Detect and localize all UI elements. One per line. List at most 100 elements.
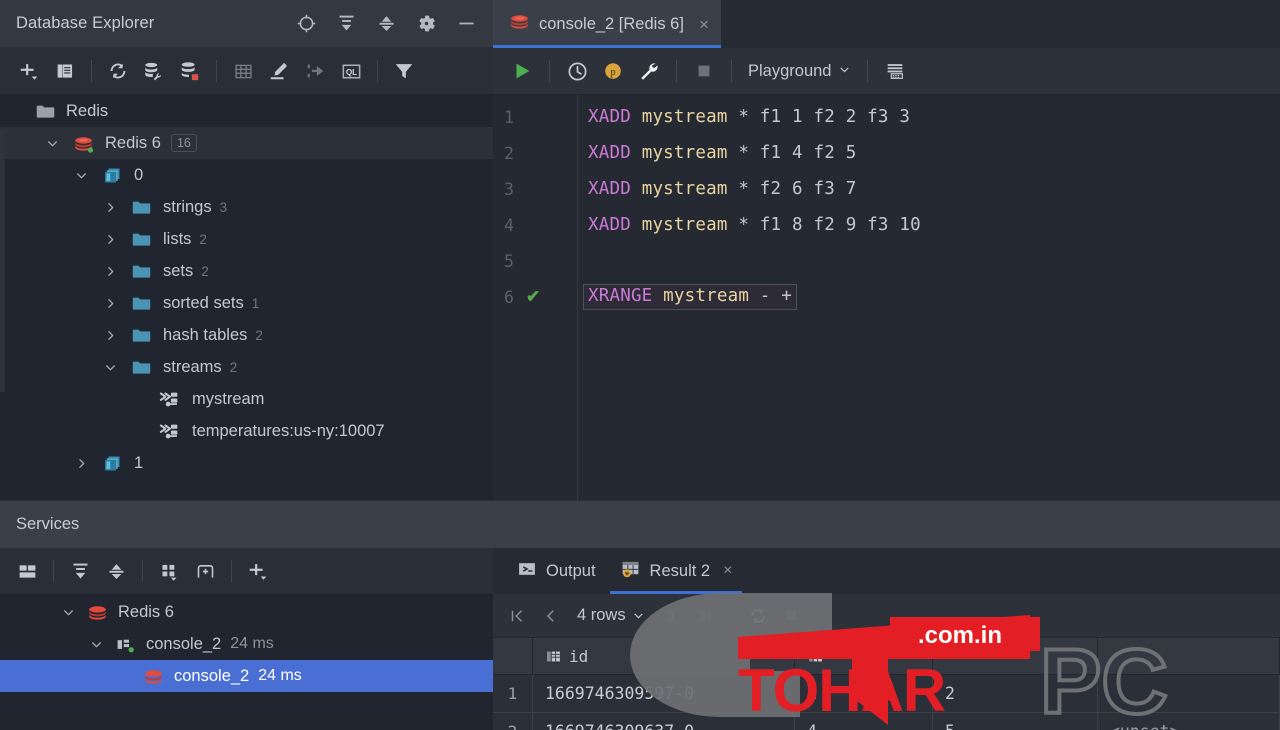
add-tab-icon[interactable] [188, 554, 222, 588]
tree-item-mystream[interactable]: mystream [0, 383, 493, 415]
table-cell[interactable] [1098, 675, 1280, 712]
tab-console-2[interactable]: console_2 [Redis 6] × [493, 0, 721, 48]
tree-item-redis-6[interactable]: Redis 6 16 [0, 127, 493, 159]
tree-item-sorted-sets[interactable]: sorted sets 1 [0, 287, 493, 319]
minimize-icon[interactable] [449, 7, 483, 41]
code-line[interactable] [578, 243, 1280, 279]
database-tree[interactable]: Redis Redis 6 16 0 strings 3 lists 2 sets 2 sorted… [0, 95, 493, 500]
tree-item-temperatures-us-ny-10007[interactable]: temperatures:us-ny:10007 [0, 415, 493, 447]
code-token: XADD [588, 215, 631, 235]
chevron-down-icon[interactable] [86, 638, 106, 651]
code-line[interactable]: XADD mystream * f2 6 f3 7 [578, 171, 1280, 207]
collapse-all-icon[interactable] [99, 554, 133, 588]
gear-icon[interactable] [409, 7, 443, 41]
row-number: 1 [493, 675, 533, 712]
stop-icon[interactable] [776, 600, 808, 632]
tab-output[interactable]: Output [507, 548, 606, 594]
code-line[interactable]: XADD mystream * f1 4 f2 5 [578, 135, 1280, 171]
chevron-right-icon[interactable] [100, 329, 120, 342]
tree-item-strings[interactable]: strings 3 [0, 191, 493, 223]
table-cell[interactable]: 2 [933, 675, 1098, 712]
code-editor[interactable]: 1 2 3 4 5 6 ✔ XADD mystream * f1 1 f2 2 f3 3 XA… [493, 95, 1280, 500]
grid-header-col2[interactable] [795, 638, 933, 674]
services-tree-item[interactable]: console_2 24 ms [0, 628, 493, 660]
stop-icon[interactable] [687, 54, 721, 88]
tree-item-0[interactable]: 0 [0, 159, 493, 191]
run-icon[interactable] [505, 54, 539, 88]
history-icon[interactable] [560, 54, 594, 88]
grid-body[interactable]: 11669746309597-01221669746309637-045<uns… [493, 675, 1280, 730]
chevron-down-icon[interactable] [71, 169, 91, 182]
table-cell[interactable]: 1669746309637-0 [533, 713, 795, 730]
chevron-right-icon[interactable] [100, 201, 120, 214]
table-row[interactable]: 21669746309637-045<unset> [493, 713, 1280, 730]
jump-to-source-icon[interactable] [298, 54, 332, 88]
chevron-right-icon[interactable] [71, 457, 91, 470]
tree-root-redis[interactable]: Redis [0, 95, 493, 127]
refresh-icon[interactable] [742, 600, 774, 632]
close-icon[interactable]: × [723, 562, 732, 580]
tree-item-streams[interactable]: streams 2 [0, 351, 493, 383]
refresh-icon[interactable] [101, 54, 135, 88]
schema-selector[interactable]: Playground [742, 58, 857, 85]
panel-resize-grip[interactable] [0, 493, 493, 500]
code-line[interactable]: XADD mystream * f1 8 f2 9 f3 10 [578, 207, 1280, 243]
prev-page-button[interactable] [535, 600, 567, 632]
chevron-down-icon[interactable] [100, 361, 120, 374]
last-page-button[interactable] [689, 600, 721, 632]
database-color-icon[interactable] [173, 54, 207, 88]
row-count-selector[interactable]: 4 rows [569, 606, 653, 625]
table-cell[interactable]: 4 [795, 713, 933, 730]
grid-header-id[interactable]: id [533, 638, 795, 674]
stream-icon [157, 420, 183, 442]
grid-header-col3[interactable] [933, 638, 1098, 674]
code-token: mystream [641, 179, 728, 199]
chevron-right-icon[interactable] [100, 233, 120, 246]
next-page-button[interactable] [655, 600, 687, 632]
services-tree-item[interactable]: Redis 6 [0, 596, 493, 628]
result-grid[interactable]: id 1 1669746309597-0 1 2 [493, 638, 1280, 730]
table-cell[interactable]: 1 [795, 675, 933, 712]
table-cell[interactable]: 5 [933, 713, 1098, 730]
expand-all-icon[interactable] [329, 7, 363, 41]
panel-scrollbar[interactable] [0, 130, 5, 392]
code-line[interactable]: XADD mystream * f1 1 f2 2 f3 3 [578, 99, 1280, 135]
add-datasource-icon[interactable] [12, 54, 46, 88]
filter-icon[interactable] [387, 54, 421, 88]
table-cell[interactable]: 1669746309597-0 [533, 675, 795, 712]
tree-item-sets[interactable]: sets 2 [0, 255, 493, 287]
services-tree-item[interactable]: console_2 24 ms [0, 660, 493, 692]
wrench-icon[interactable] [632, 54, 666, 88]
tree-item-1[interactable]: 1 [0, 447, 493, 479]
tree-item-lists[interactable]: lists 2 [0, 223, 493, 255]
open-table-editor-icon[interactable] [226, 54, 260, 88]
code-lines[interactable]: XADD mystream * f1 1 f2 2 f3 3 XADD mystr… [578, 95, 1280, 500]
table-cell[interactable]: <unset> [1098, 713, 1280, 730]
services-tree[interactable]: Redis 6 console_2 24 ms console_2 24 ms [0, 595, 493, 692]
show-layout-icon[interactable] [10, 554, 44, 588]
datasource-properties-icon[interactable] [137, 54, 171, 88]
chevron-right-icon[interactable] [100, 297, 120, 310]
duplicate-icon[interactable] [48, 54, 82, 88]
tree-item-hash-tables[interactable]: hash tables 2 [0, 319, 493, 351]
grid-header-col4[interactable] [1098, 638, 1280, 674]
editor-tabbar: console_2 [Redis 6] × [493, 0, 1280, 48]
table-row[interactable]: 1 1669746309597-0 1 2 [493, 675, 1280, 713]
code-line[interactable]: XRANGE mystream - + [578, 279, 1280, 315]
chevron-down-icon[interactable] [58, 606, 78, 619]
chevron-right-icon[interactable] [100, 265, 120, 278]
code-line-content: XADD mystream * f1 8 f2 9 f3 10 [588, 215, 921, 235]
add-icon[interactable] [241, 554, 275, 588]
edit-icon[interactable] [262, 54, 296, 88]
group-icon[interactable] [152, 554, 186, 588]
profile-icon[interactable]: p [596, 54, 630, 88]
close-icon[interactable]: × [699, 16, 709, 33]
expand-all-icon[interactable] [63, 554, 97, 588]
tab-result-2[interactable]: Result 2 × [609, 548, 743, 594]
first-page-button[interactable] [501, 600, 533, 632]
chevron-down-icon[interactable] [42, 137, 62, 150]
collapse-all-icon[interactable] [369, 7, 403, 41]
output-format-icon[interactable] [878, 54, 912, 88]
locate-icon[interactable] [289, 7, 323, 41]
query-language-icon[interactable]: QL [334, 54, 368, 88]
